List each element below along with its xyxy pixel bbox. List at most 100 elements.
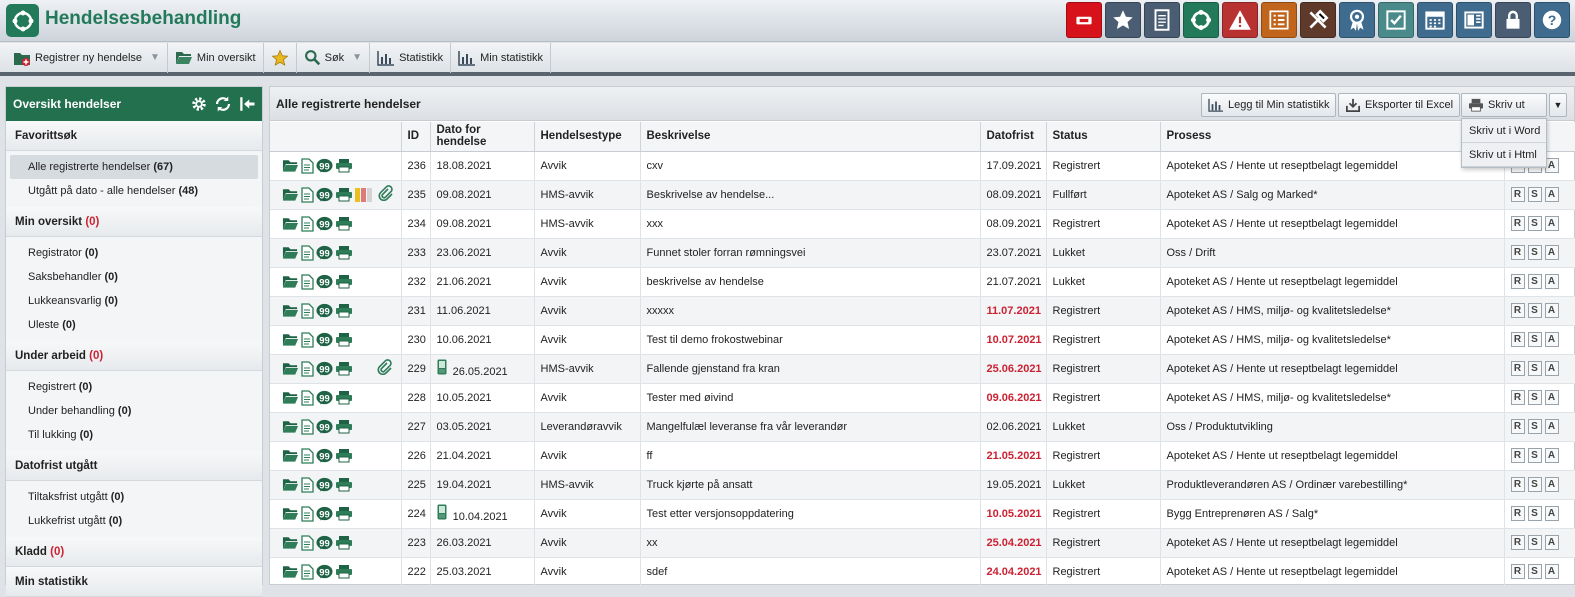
sidebar-item-registrator[interactable]: Registrator (0) <box>6 241 262 265</box>
checkbox-icon[interactable] <box>1378 2 1414 38</box>
refresh-icon[interactable] <box>214 95 232 113</box>
column-header-date[interactable]: Dato for hendelse <box>430 122 535 152</box>
a-button[interactable]: A <box>1544 477 1559 492</box>
folder-open-icon[interactable] <box>282 245 299 260</box>
printer-icon[interactable] <box>335 332 353 347</box>
printer-icon[interactable] <box>335 216 353 231</box>
comment-icon[interactable]: 99 <box>316 506 333 522</box>
a-button[interactable]: A <box>1544 216 1559 231</box>
printer-icon[interactable] <box>335 303 353 318</box>
document-icon[interactable] <box>301 331 314 348</box>
printer-icon[interactable] <box>335 419 353 434</box>
sidebar-item-action-overdue[interactable]: Tiltaksfrist utgått (0) <box>6 485 262 509</box>
printer-icon[interactable] <box>335 187 353 202</box>
column-header-id[interactable]: ID <box>401 122 431 152</box>
s-button[interactable]: S <box>1527 448 1542 463</box>
folder-open-icon[interactable] <box>282 535 299 550</box>
print-word-item[interactable]: Skriv ut i Word <box>1462 119 1546 143</box>
printer-icon[interactable] <box>335 274 353 289</box>
comment-icon[interactable]: 99 <box>316 419 333 435</box>
my-statistics-button[interactable]: Min statistikk <box>451 42 552 73</box>
my-overview-section-title[interactable]: Min oversikt (0) <box>6 207 262 237</box>
table-row[interactable]: 99 233 23.06.2021 Avvik Funnet stoler forran… <box>270 238 1575 268</box>
printer-icon[interactable] <box>335 158 353 173</box>
r-button[interactable]: R <box>1510 332 1525 347</box>
column-header-status[interactable]: Status <box>1046 122 1161 152</box>
column-header-deadline[interactable]: Datofrist <box>980 122 1047 152</box>
folder-open-icon[interactable] <box>282 361 299 376</box>
deadline-section-title[interactable]: Datofrist utgått <box>6 451 262 481</box>
s-button[interactable]: S <box>1527 535 1542 550</box>
a-button[interactable]: A <box>1544 245 1559 260</box>
sidebar-item-close-overdue[interactable]: Lukkefrist utgått (0) <box>6 509 262 533</box>
table-row[interactable]: 99 235 09.08.2021 HMS-avvik Beskrivelse av h… <box>270 180 1575 210</box>
sidebar-item-all-incidents[interactable]: Alle registrerte hendelser (67) <box>10 155 258 179</box>
export-excel-button[interactable]: Eksporter til Excel <box>1338 93 1461 117</box>
document-icon[interactable] <box>1144 2 1180 38</box>
column-header-type[interactable]: Hendelsestype <box>534 122 641 152</box>
table-row[interactable]: 99 236 18.08.2021 Avvik cxv 17.09.2021 Registr… <box>270 151 1575 181</box>
print-button[interactable]: Skriv ut <box>1461 93 1547 117</box>
collapse-left-icon[interactable] <box>238 95 256 113</box>
printer-icon[interactable] <box>335 564 353 579</box>
sidebar-item-unread[interactable]: Uleste (0) <box>6 313 262 337</box>
s-button[interactable]: S <box>1527 361 1542 376</box>
a-button[interactable]: A <box>1544 361 1559 376</box>
document-icon[interactable] <box>301 360 314 377</box>
folder-open-icon[interactable] <box>282 158 299 173</box>
sidebar-item-in-treatment[interactable]: Under behandling (0) <box>6 399 262 423</box>
s-button[interactable]: S <box>1527 477 1542 492</box>
printer-icon[interactable] <box>335 361 353 376</box>
gear-icon[interactable] <box>190 95 208 113</box>
folder-open-icon[interactable] <box>282 506 299 521</box>
folder-open-icon[interactable] <box>282 216 299 231</box>
table-row[interactable]: 99 234 09.08.2021 HMS-avvik xxx 08.09.2021 Reg… <box>270 209 1575 239</box>
favorites-button[interactable] <box>264 42 297 73</box>
document-icon[interactable] <box>301 186 314 203</box>
s-button[interactable]: S <box>1527 187 1542 202</box>
comment-icon[interactable]: 99 <box>316 477 333 493</box>
folder-open-icon[interactable] <box>282 448 299 463</box>
table-row[interactable]: 99 222 25.03.2021 Avvik sdef 24.04.2021 Regist… <box>270 557 1575 587</box>
document-icon[interactable] <box>301 447 314 464</box>
table-row[interactable]: 99 223 26.03.2021 Avvik xx 25.04.2021 Registre… <box>270 528 1575 558</box>
printer-icon[interactable] <box>335 390 353 405</box>
s-button[interactable]: S <box>1527 506 1542 521</box>
document-icon[interactable] <box>301 273 314 290</box>
document-icon[interactable] <box>301 157 314 174</box>
register-incident-button[interactable]: Registrer ny hendelse ▼ <box>6 42 168 73</box>
award-icon[interactable] <box>1339 2 1375 38</box>
folder-open-icon[interactable] <box>282 303 299 318</box>
document-icon[interactable] <box>301 418 314 435</box>
print-dropdown-toggle[interactable]: ▼ <box>1549 93 1567 117</box>
table-row[interactable]: 99 231 11.06.2021 Avvik xxxxx 11.07.2021 Regis… <box>270 296 1575 326</box>
my-statistics-section-title[interactable]: Min statistikk <box>6 567 262 597</box>
a-button[interactable]: A <box>1544 506 1559 521</box>
table-row[interactable]: 99 229 26.05.2021 HMS-avvik Fallende gjenst… <box>270 354 1575 384</box>
attachment-icon[interactable] <box>378 185 394 201</box>
chevron-down-icon[interactable]: ▼ <box>150 52 160 63</box>
r-button[interactable]: R <box>1510 390 1525 405</box>
column-header-description[interactable]: Beskrivelse <box>640 122 981 152</box>
s-button[interactable]: S <box>1527 303 1542 318</box>
help-icon[interactable]: ? <box>1534 2 1570 38</box>
r-button[interactable]: R <box>1510 448 1525 463</box>
document-icon[interactable] <box>301 302 314 319</box>
table-row[interactable]: 99 232 21.06.2021 Avvik beskrivelse av hende… <box>270 267 1575 297</box>
comment-icon[interactable]: 99 <box>316 332 333 348</box>
r-button[interactable]: R <box>1510 477 1525 492</box>
printer-icon[interactable] <box>335 477 353 492</box>
folder-open-icon[interactable] <box>282 332 299 347</box>
table-row[interactable]: 99 228 10.05.2021 Avvik Tester med øivind 09.… <box>270 383 1575 413</box>
draft-section-title[interactable]: Kladd (0) <box>6 537 262 567</box>
folder-open-icon[interactable] <box>282 419 299 434</box>
s-button[interactable]: S <box>1527 332 1542 347</box>
document-icon[interactable] <box>301 389 314 406</box>
document-icon[interactable] <box>301 563 314 580</box>
comment-icon[interactable]: 99 <box>316 245 333 261</box>
sidebar-item-to-close[interactable]: Til lukking (0) <box>6 423 262 447</box>
folder-open-icon[interactable] <box>282 274 299 289</box>
document-icon[interactable] <box>301 505 314 522</box>
a-button[interactable]: A <box>1544 419 1559 434</box>
comment-icon[interactable]: 99 <box>316 390 333 406</box>
